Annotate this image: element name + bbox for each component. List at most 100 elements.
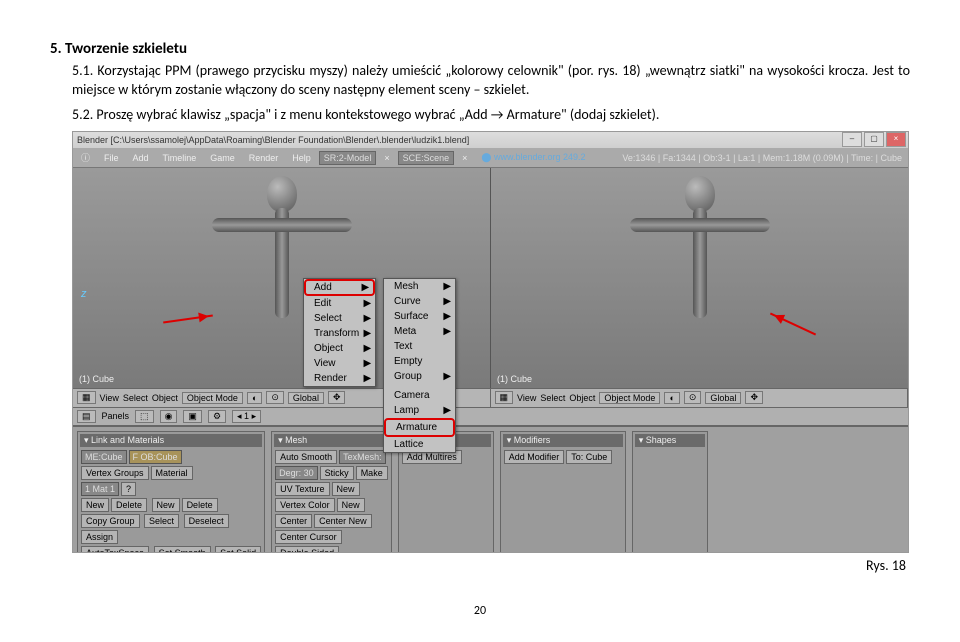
context-render[interactable]: Render▶ bbox=[304, 371, 375, 386]
viewport-right[interactable]: (1) Cube bbox=[491, 168, 908, 388]
vt-object[interactable]: Object bbox=[569, 393, 595, 403]
minimize-button[interactable]: – bbox=[842, 132, 862, 147]
red-arrow-right bbox=[770, 312, 816, 335]
sub-text[interactable]: Text bbox=[384, 339, 455, 354]
context-menu-sub[interactable]: Mesh▶ Curve▶ Surface▶ Meta▶ Text Empty G… bbox=[383, 278, 456, 453]
btn-setsolid[interactable]: Set Solid bbox=[215, 546, 261, 553]
degr-field[interactable]: Degr: 30 bbox=[275, 466, 318, 480]
vt-pivot-icon[interactable]: ⊙ bbox=[266, 391, 284, 404]
sub-surface[interactable]: Surface▶ bbox=[384, 309, 455, 324]
btn-new[interactable]: New bbox=[337, 498, 365, 512]
mat-val[interactable]: 1 Mat 1 bbox=[81, 482, 119, 496]
vt-shading-icon[interactable]: ◐ bbox=[247, 392, 262, 404]
menu-render[interactable]: Render bbox=[243, 152, 285, 164]
frame-num[interactable]: ◂ 1 ▸ bbox=[232, 410, 261, 423]
vt-mode[interactable]: Object Mode bbox=[599, 392, 660, 404]
vt-manip-icon[interactable]: ✥ bbox=[745, 391, 763, 404]
panel-modifiers: ▾ Modifiers Add ModifierTo: Cube bbox=[500, 431, 626, 553]
sub-empty[interactable]: Empty bbox=[384, 354, 455, 369]
vt-icon[interactable]: ▦ bbox=[77, 391, 96, 404]
vt-mode[interactable]: Object Mode bbox=[182, 392, 243, 404]
me-field[interactable]: ME:Cube bbox=[81, 450, 127, 464]
context-select[interactable]: Select▶ bbox=[304, 311, 375, 326]
texmesh-field[interactable]: TexMesh: bbox=[339, 450, 386, 464]
menu-file[interactable]: File bbox=[98, 152, 125, 164]
btn-select[interactable]: Select bbox=[144, 514, 179, 528]
context-icon[interactable]: ▣ bbox=[183, 410, 202, 423]
panel-title: ▾ Link and Materials bbox=[80, 434, 262, 447]
blender-url: ⬤ www.blender.org 249.2 bbox=[481, 152, 585, 163]
sub-lattice[interactable]: Lattice bbox=[384, 437, 455, 452]
buttons-panels: ▾ Link and Materials ME:CubeF OB:Cube Ve… bbox=[73, 426, 908, 553]
btn-uvtex[interactable]: UV Texture bbox=[275, 482, 329, 496]
btn-new[interactable]: New bbox=[81, 498, 109, 512]
sub-armature[interactable]: Armature bbox=[384, 418, 455, 437]
sub-mesh[interactable]: Mesh▶ bbox=[384, 279, 455, 294]
btn-new[interactable]: New bbox=[332, 482, 360, 496]
vt-select[interactable]: Select bbox=[540, 393, 565, 403]
vt-view[interactable]: View bbox=[517, 393, 536, 403]
to-cube: To: Cube bbox=[566, 450, 612, 464]
vt-view[interactable]: View bbox=[100, 393, 119, 403]
sub-lamp[interactable]: Lamp▶ bbox=[384, 403, 455, 418]
btn-autosmooth[interactable]: Auto Smooth bbox=[275, 450, 337, 464]
btn-sticky[interactable]: Sticky bbox=[320, 466, 354, 480]
btn-centercursor[interactable]: Center Cursor bbox=[275, 530, 342, 544]
context-add[interactable]: Add▶ bbox=[304, 279, 375, 296]
context-object[interactable]: Object▶ bbox=[304, 341, 375, 356]
btn-delete[interactable]: Delete bbox=[111, 498, 147, 512]
menu-timeline[interactable]: Timeline bbox=[157, 152, 203, 164]
btn-deselect[interactable]: Deselect bbox=[184, 514, 229, 528]
object-label-left: (1) Cube bbox=[79, 374, 114, 384]
menu-game[interactable]: Game bbox=[204, 152, 241, 164]
vt-object[interactable]: Object bbox=[152, 393, 178, 403]
viewport-left[interactable]: z (1) Cube Add▶ Edit▶ Select▶ Transform▶… bbox=[73, 168, 491, 388]
close-icon[interactable]: × bbox=[456, 152, 473, 164]
paragraph-1: 5.1. Korzystając PPM (prawego przycisku … bbox=[72, 62, 910, 100]
vt-icon[interactable]: ▦ bbox=[495, 391, 514, 404]
axis-z-label: z bbox=[81, 288, 87, 300]
btn-copygroup[interactable]: Copy Group bbox=[81, 514, 140, 528]
maximize-button[interactable]: ▢ bbox=[864, 132, 884, 147]
btn-addmodifier[interactable]: Add Modifier bbox=[504, 450, 565, 464]
vt-select[interactable]: Select bbox=[123, 393, 148, 403]
screen-selector[interactable]: SR:2-Model bbox=[319, 151, 377, 165]
sub-curve[interactable]: Curve▶ bbox=[384, 294, 455, 309]
vt-global[interactable]: Global bbox=[288, 392, 324, 404]
sub-camera[interactable]: Camera bbox=[384, 388, 455, 403]
vt-global[interactable]: Global bbox=[705, 392, 741, 404]
btn-make[interactable]: Make bbox=[356, 466, 388, 480]
menu-add[interactable]: Add bbox=[127, 152, 155, 164]
sub-meta[interactable]: Meta▶ bbox=[384, 324, 455, 339]
context-icon[interactable]: ⚙ bbox=[208, 410, 226, 423]
ob-field[interactable]: F OB:Cube bbox=[129, 450, 182, 464]
btn-new[interactable]: New bbox=[152, 498, 180, 512]
paragraph-2: 5.2. Proszę wybrać klawisz „spacja" i z … bbox=[72, 106, 910, 125]
context-transform[interactable]: Transform▶ bbox=[304, 326, 375, 341]
btn-center[interactable]: Center bbox=[275, 514, 312, 528]
vt-manip-icon[interactable]: ✥ bbox=[328, 391, 346, 404]
context-menu-main[interactable]: Add▶ Edit▶ Select▶ Transform▶ Object▶ Vi… bbox=[303, 278, 376, 387]
scene-selector[interactable]: SCE:Scene bbox=[398, 151, 455, 165]
context-icon[interactable]: ⬚ bbox=[135, 410, 154, 423]
btn-delete[interactable]: Delete bbox=[182, 498, 218, 512]
panels-icon[interactable]: ▤ bbox=[77, 410, 96, 423]
btn-centernew[interactable]: Center New bbox=[314, 514, 372, 528]
btn-assign[interactable]: Assign bbox=[81, 530, 118, 544]
btn-vcolor[interactable]: Vertex Color bbox=[275, 498, 335, 512]
btn-autotex[interactable]: AutoTexSpace bbox=[81, 546, 149, 553]
close-icon[interactable]: × bbox=[378, 152, 395, 164]
menu-help[interactable]: Help bbox=[286, 152, 317, 164]
sub-group[interactable]: Group▶ bbox=[384, 369, 455, 384]
context-view[interactable]: View▶ bbox=[304, 356, 375, 371]
btn-setsmooth[interactable]: Set Smooth bbox=[154, 546, 211, 553]
context-edit[interactable]: Edit▶ bbox=[304, 296, 375, 311]
vt-shading-icon[interactable]: ◐ bbox=[664, 392, 679, 404]
btn-doublesided[interactable]: Double Sided bbox=[275, 546, 339, 553]
menu-icon[interactable]: ⓘ bbox=[75, 150, 96, 165]
panel-link-materials: ▾ Link and Materials ME:CubeF OB:Cube Ve… bbox=[77, 431, 265, 553]
close-button[interactable]: × bbox=[886, 132, 906, 147]
vt-pivot-icon[interactable]: ⊙ bbox=[684, 391, 702, 404]
context-icon[interactable]: ◉ bbox=[160, 410, 178, 423]
red-arrow-left bbox=[163, 314, 213, 323]
